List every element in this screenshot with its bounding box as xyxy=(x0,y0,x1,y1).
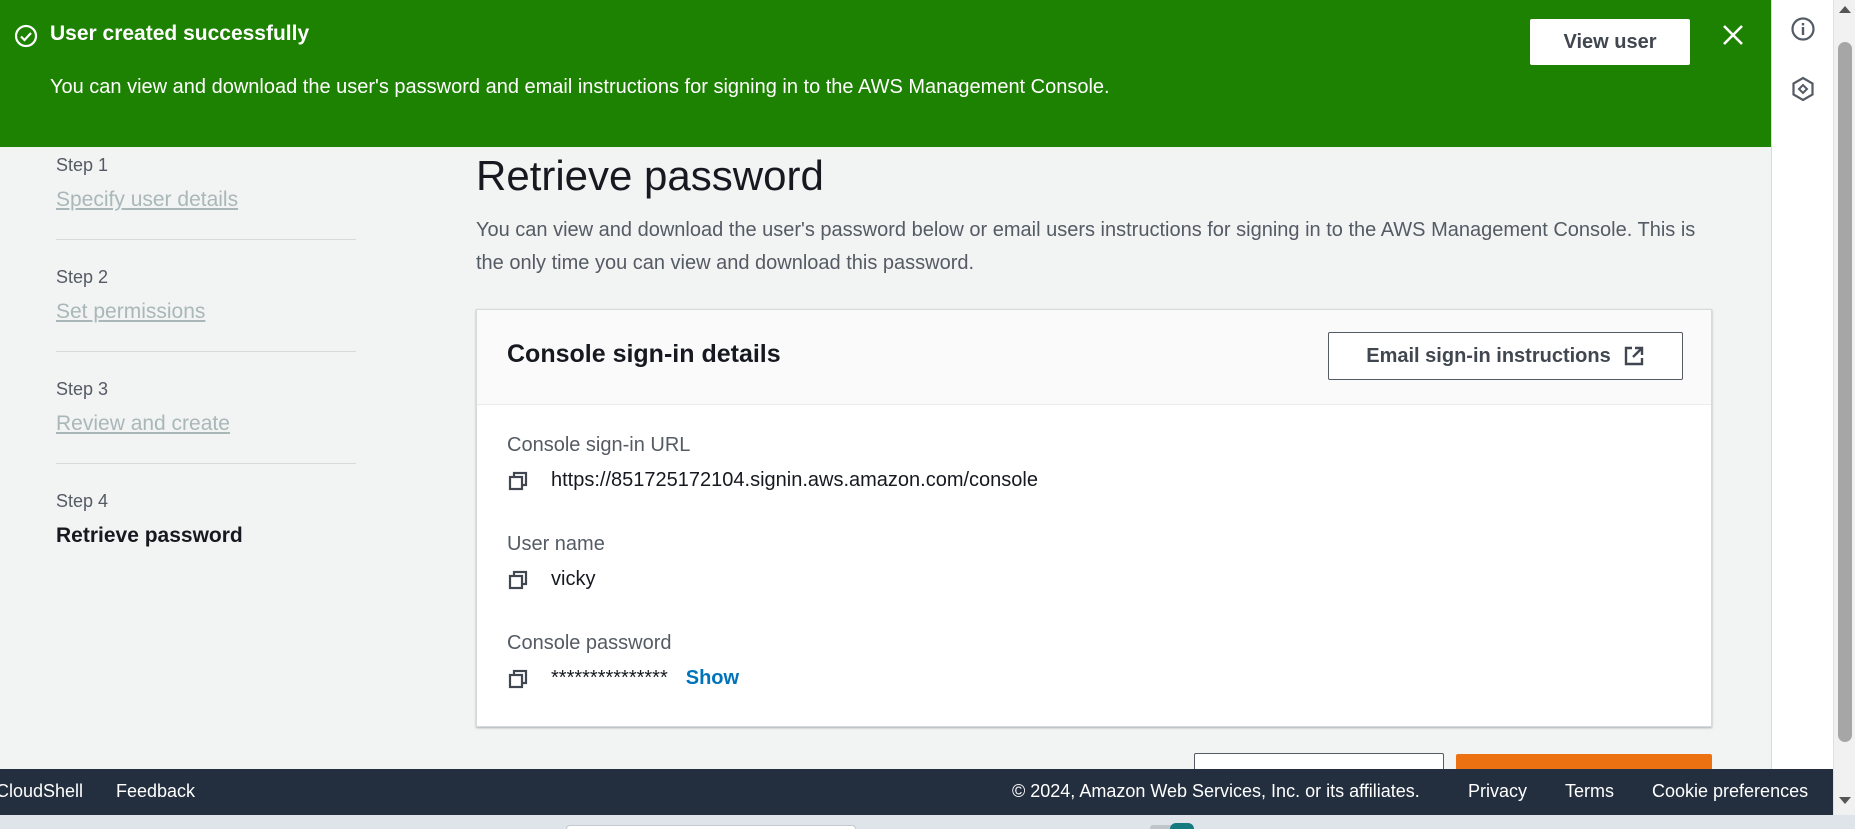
taskbar-search[interactable] xyxy=(566,825,856,829)
right-tools-rail xyxy=(1771,0,1833,769)
scroll-down-arrow-icon[interactable] xyxy=(1839,797,1851,804)
step-number: Step 1 xyxy=(56,155,109,175)
username-value: vicky xyxy=(551,568,596,590)
step-4: Step 4 Retrieve password xyxy=(56,491,243,548)
primary-button[interactable] xyxy=(1456,754,1712,769)
privacy-link[interactable]: Privacy xyxy=(1468,781,1527,802)
step-link-specify-user-details[interactable]: Specify user details xyxy=(56,188,238,212)
page-description: You can view and download the user's pas… xyxy=(476,219,1696,274)
step-divider xyxy=(56,239,356,240)
cookie-preferences-link[interactable]: Cookie preferences xyxy=(1652,781,1808,802)
panel-title: Console sign-in details xyxy=(507,340,781,368)
view-user-button[interactable]: View user xyxy=(1530,19,1690,65)
sign-in-details-panel: Console sign-in details Email sign-in in… xyxy=(476,309,1712,727)
username-row: vicky xyxy=(507,568,595,591)
step-1: Step 1 Specify user details xyxy=(56,155,238,212)
main-content: Step 1 Specify user details Step 2 Set p… xyxy=(0,0,1771,769)
cloudshell-link[interactable]: CloudShell xyxy=(0,781,83,802)
username-label: User name xyxy=(507,533,605,555)
close-icon[interactable] xyxy=(1720,22,1746,48)
step-3: Step 3 Review and create xyxy=(56,379,230,436)
scroll-up-arrow-icon[interactable] xyxy=(1839,6,1851,13)
email-sign-in-instructions-button[interactable]: Email sign-in instructions xyxy=(1328,332,1683,380)
vertical-scrollbar[interactable] xyxy=(1833,0,1855,815)
page-title: Retrieve password xyxy=(476,152,824,199)
flash-message: You can view and download the user's pas… xyxy=(50,76,1110,98)
password-value: *************** xyxy=(551,667,668,689)
step-2: Step 2 Set permissions xyxy=(56,267,205,324)
console-url-label: Console sign-in URL xyxy=(507,434,691,456)
scroll-thumb[interactable] xyxy=(1838,42,1852,742)
step-link-set-permissions[interactable]: Set permissions xyxy=(56,300,205,324)
terms-link[interactable]: Terms xyxy=(1565,781,1614,802)
secondary-button[interactable] xyxy=(1194,753,1444,769)
copy-icon[interactable] xyxy=(507,668,529,690)
success-flash-banner: User created successfully You can view a… xyxy=(0,0,1771,147)
step-number: Step 3 xyxy=(56,379,109,399)
console-url-value: https://851725172104.signin.aws.amazon.c… xyxy=(551,469,1038,491)
step-number: Step 2 xyxy=(56,267,109,287)
copy-icon[interactable] xyxy=(507,470,529,492)
info-icon[interactable] xyxy=(1790,16,1816,42)
step-current-retrieve-password: Retrieve password xyxy=(56,524,243,547)
step-divider xyxy=(56,351,356,352)
console-url-row: https://851725172104.signin.aws.amazon.c… xyxy=(507,469,1038,492)
os-taskbar xyxy=(0,815,1855,829)
show-password-link[interactable]: Show xyxy=(686,667,739,690)
flash-title: User created successfully xyxy=(50,22,310,45)
external-link-icon xyxy=(1624,346,1643,366)
password-label: Console password xyxy=(507,632,672,654)
copyright-text: © 2024, Amazon Web Services, Inc. or its… xyxy=(1012,781,1420,801)
check-circle-icon xyxy=(14,24,38,48)
feedback-link[interactable]: Feedback xyxy=(116,781,195,802)
step-link-review-and-create[interactable]: Review and create xyxy=(56,412,230,436)
step-number: Step 4 xyxy=(56,491,109,511)
password-row: *************** Show xyxy=(507,667,739,690)
panel-header: Console sign-in details Email sign-in in… xyxy=(477,310,1711,405)
email-button-label: Email sign-in instructions xyxy=(1366,344,1611,367)
console-footer: CloudShell Feedback © 2024, Amazon Web S… xyxy=(0,769,1833,815)
taskbar-app-icon[interactable] xyxy=(1170,823,1194,829)
hexagon-icon[interactable] xyxy=(1790,76,1816,102)
step-divider xyxy=(56,463,356,464)
copy-icon[interactable] xyxy=(507,569,529,591)
